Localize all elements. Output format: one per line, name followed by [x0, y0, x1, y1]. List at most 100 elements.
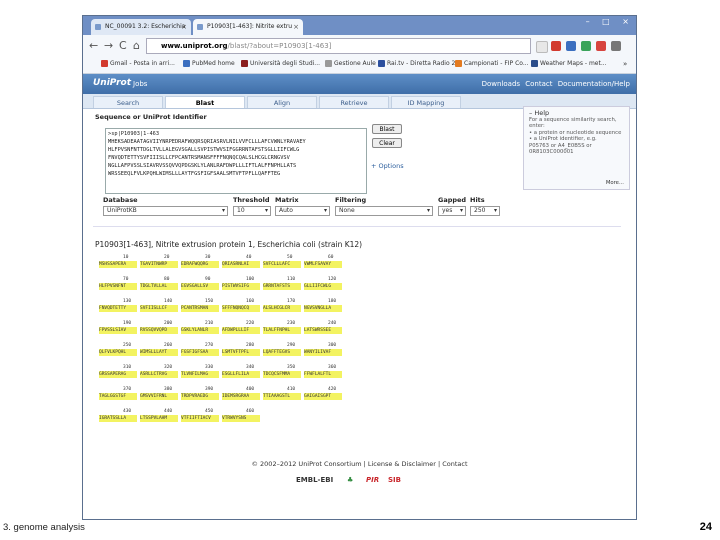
tab-label: P10903[1-463]: Nitrite extru: [207, 23, 293, 30]
position-number: 160: [246, 299, 255, 304]
window-controls[interactable]: – □ ×: [586, 17, 634, 26]
forward-arrow-icon[interactable]: →: [104, 39, 113, 52]
sequence-chunk: WIMSLLLAYT: [140, 349, 178, 356]
home-icon[interactable]: ⌂: [133, 39, 140, 52]
position-number: 270: [205, 343, 214, 348]
gmail-extension-icon[interactable]: [551, 41, 561, 51]
bookmark-label: PubMed home: [192, 60, 235, 67]
uniprot-logo[interactable]: UniProt: [93, 78, 131, 88]
sequence-chunk: MSHSSAPERA: [99, 261, 137, 268]
menu-icon[interactable]: [611, 41, 621, 51]
sequence-chunk: TGAVITNWRP: [140, 261, 178, 268]
tab-retrieve[interactable]: Retrieve: [319, 96, 389, 108]
position-number: 250: [123, 343, 132, 348]
bookmark-gestione-aule[interactable]: Gestione Aule: [325, 60, 376, 67]
sequence-chunk: QLFVLKPQHL: [99, 349, 137, 356]
bookmark-raitv[interactable]: Rai.tv - Diretta Radio 2: [378, 60, 455, 67]
back-arrow-icon[interactable]: ←: [89, 39, 98, 52]
address-path: /blast/?about=P10903[1-463]: [227, 42, 332, 50]
embl-ebi-logo[interactable]: EMBL-EBI: [296, 476, 333, 484]
header-links[interactable]: Downloads Contact Documentation/Help: [482, 80, 630, 88]
position-number: 360: [328, 365, 337, 370]
sequence-chunk: GAIGAISGPT: [304, 393, 342, 400]
sequence-chunk: LQAFFTEGVS: [263, 349, 301, 356]
close-tab-icon[interactable]: ×: [293, 19, 299, 35]
help-more-link[interactable]: More...: [606, 180, 624, 187]
database-label: Database: [103, 196, 138, 204]
matrix-select[interactable]: Auto: [275, 206, 330, 216]
filtering-select[interactable]: None: [335, 206, 433, 216]
sequence-chunk: GRSSAPERAG: [99, 371, 137, 378]
protein-title: P10903[1-463], Nitrite extrusion protein…: [95, 240, 363, 249]
bookmark-label: Gmail - Posta in arri...: [110, 60, 175, 67]
bookmark-gmail[interactable]: Gmail - Posta in arri...: [101, 60, 175, 67]
sequence-chunk: GRRNTAFSTS: [263, 283, 301, 290]
bookmark-pubmed[interactable]: PubMed home: [183, 60, 235, 67]
extension-icon[interactable]: [566, 41, 576, 51]
sequence-chunks: MSHSSAPERA TGAVITNWRP EDRAFWQQRG QRIASRNLAI…: [99, 261, 419, 269]
position-number: 10: [123, 255, 129, 260]
bookmark-label: Gestione Aule: [334, 60, 376, 67]
tab-search[interactable]: Search: [93, 96, 163, 108]
sequence-chunk: LSMTVFTPFL: [222, 349, 260, 356]
extension-icon[interactable]: [581, 41, 591, 51]
threshold-select[interactable]: 10: [233, 206, 271, 216]
sequence-chunk: LATSWRSSEE: [304, 327, 342, 334]
reload-icon[interactable]: C: [119, 39, 127, 52]
options-link[interactable]: + Options: [371, 162, 404, 170]
bookmark-label: Rai.tv - Diretta Radio 2: [387, 60, 456, 67]
database-select[interactable]: UniProtKB: [103, 206, 228, 216]
bookmark-star-icon[interactable]: [536, 41, 548, 53]
close-tab-icon[interactable]: ×: [181, 19, 187, 35]
slide-caption: 3. genome analysis: [3, 522, 85, 533]
position-number: 220: [246, 321, 255, 326]
position-number: 140: [164, 299, 173, 304]
position-number: 430: [123, 409, 132, 414]
sequence-chunk: NGVSVNGLLA: [304, 305, 342, 312]
bookmark-weather[interactable]: Weather Maps - met...: [531, 60, 607, 67]
help-box: – Help For a sequence similarity search,…: [523, 106, 630, 190]
gapped-select[interactable]: yes: [438, 206, 466, 216]
fip-icon: [455, 60, 462, 67]
position-number: 300: [328, 343, 337, 348]
address-bar[interactable]: www.uniprot.org/blast/?about=P10903[1-46…: [146, 38, 531, 54]
tab-escherichia[interactable]: NC_00091 3.2: Escherichia ×: [91, 19, 191, 35]
extension-icon[interactable]: [596, 41, 606, 51]
position-number: 410: [287, 387, 296, 392]
position-number: 150: [205, 299, 214, 304]
sequence-label: Sequence or UniProt Identifier: [95, 113, 207, 121]
sequence-row: 310 320 330 340 350 360 GRSSAPERAG ASRLLCTRVG TL…: [99, 365, 419, 379]
clear-button[interactable]: Clear: [372, 138, 402, 148]
pir-logo[interactable]: PIR: [366, 476, 379, 484]
bookmark-campionati[interactable]: Campionati - FIP Co...: [455, 60, 529, 67]
sequence-chunks: FPVSSLSIAV RVSSQVVQPD GSKLYLANLR AFDWPLLLIF…: [99, 327, 419, 335]
position-number: 350: [287, 365, 296, 370]
tab-p10903[interactable]: P10903[1-463]: Nitrite extru ×: [193, 19, 303, 35]
bookmark-universita[interactable]: Università degli Studi...: [241, 60, 320, 67]
blast-button[interactable]: Blast: [372, 124, 402, 134]
sib-logo[interactable]: SIB: [388, 476, 401, 484]
sequence-chunks: IGRATSSLLA LTSSPVLAHM VTFIIFTIACV VTRWVYSNS: [99, 415, 419, 423]
position-number: 230: [287, 321, 296, 326]
position-number: 110: [287, 277, 296, 282]
footer-text[interactable]: © 2002–2012 UniProt Consortium | License…: [83, 460, 636, 468]
gapped-label: Gapped: [438, 196, 467, 204]
jobs-link[interactable]: Jobs: [133, 80, 147, 88]
position-number: 50: [287, 255, 293, 260]
tab-id-mapping[interactable]: ID Mapping: [391, 96, 461, 108]
tab-align[interactable]: Align: [247, 96, 317, 108]
more-bookmarks-icon[interactable]: »: [623, 60, 627, 68]
sequence-chunk: EGVSGALLSV: [181, 283, 219, 290]
sequence-chunk: PISTWVSIFG: [222, 283, 260, 290]
sequence-chunk: VTFIIFTIACV: [181, 415, 219, 422]
sequence-chunk: GMSVVIFRNL: [140, 393, 178, 400]
position-number: 320: [164, 365, 173, 370]
gmail-icon: [101, 60, 108, 67]
sequence-chunk: IDEMSRGRAA: [222, 393, 260, 400]
sequence-chunk: TLALFFNPHL: [263, 327, 301, 334]
position-number: 170: [287, 299, 296, 304]
sequence-input[interactable]: >sp|P10903|1-463 MHEKSADEAATAGVIIYNRPEDR…: [105, 128, 367, 194]
hits-select[interactable]: 250: [470, 206, 500, 216]
tab-blast[interactable]: Blast: [165, 96, 245, 108]
position-number: 380: [164, 387, 173, 392]
